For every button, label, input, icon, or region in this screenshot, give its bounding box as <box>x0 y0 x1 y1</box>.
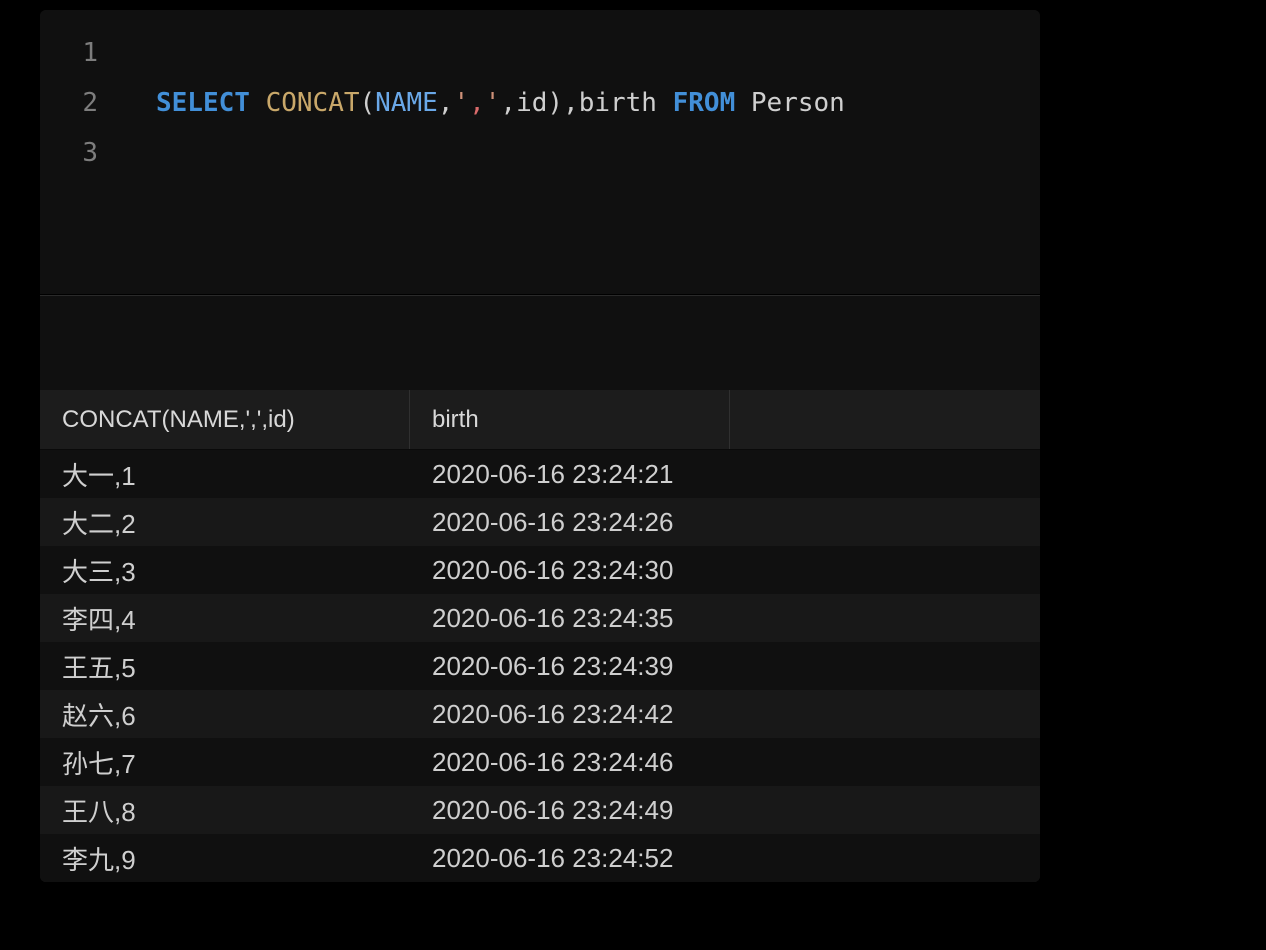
arg-name: NAME <box>375 88 438 118</box>
cell-concat[interactable]: 赵六,6 <box>40 696 410 733</box>
cell-birth[interactable]: 2020-06-16 23:24:35 <box>410 603 1040 634</box>
code-line[interactable] <box>156 128 845 178</box>
cell-concat[interactable]: 大三,3 <box>40 552 410 589</box>
column-header-concat[interactable]: CONCAT(NAME,',',id) <box>40 390 410 449</box>
arg-id: id <box>516 88 547 118</box>
paren-open: ( <box>360 88 376 118</box>
cell-birth[interactable]: 2020-06-16 23:24:30 <box>410 555 1040 586</box>
code-area[interactable]: SELECT CONCAT(NAME,',',id),birth FROM Pe… <box>120 10 845 294</box>
cell-birth[interactable]: 2020-06-16 23:24:26 <box>410 507 1040 538</box>
cell-birth[interactable]: 2020-06-16 23:24:46 <box>410 747 1040 778</box>
sql-editor[interactable]: 1 2 3 SELECT CONCAT(NAME,',',id),birth F… <box>40 10 1040 295</box>
paren-close: ) <box>547 88 563 118</box>
function-concat: CONCAT <box>266 88 360 118</box>
cell-concat[interactable]: 孙七,7 <box>40 744 410 781</box>
comma: , <box>438 88 454 118</box>
cell-concat[interactable]: 李九,9 <box>40 840 410 877</box>
line-number: 2 <box>40 78 120 128</box>
cell-concat[interactable]: 大一,1 <box>40 456 410 493</box>
cell-birth[interactable]: 2020-06-16 23:24:39 <box>410 651 1040 682</box>
table-row[interactable]: 王八,82020-06-16 23:24:49 <box>40 786 1040 834</box>
code-line[interactable] <box>156 28 845 78</box>
column-header-birth[interactable]: birth <box>410 390 730 449</box>
line-number: 1 <box>40 28 120 78</box>
cell-birth[interactable]: 2020-06-16 23:24:42 <box>410 699 1040 730</box>
table-row[interactable]: 大二,22020-06-16 23:24:26 <box>40 498 1040 546</box>
cell-birth[interactable]: 2020-06-16 23:24:49 <box>410 795 1040 826</box>
table-row[interactable]: 赵六,62020-06-16 23:24:42 <box>40 690 1040 738</box>
table-row[interactable]: 李四,42020-06-16 23:24:35 <box>40 594 1040 642</box>
comma: , <box>563 88 579 118</box>
cell-concat[interactable]: 王五,5 <box>40 648 410 685</box>
line-number-gutter: 1 2 3 <box>40 10 120 294</box>
table-row[interactable]: 孙七,72020-06-16 23:24:46 <box>40 738 1040 786</box>
column-birth: birth <box>579 88 657 118</box>
keyword-select: SELECT <box>156 88 250 118</box>
keyword-from: FROM <box>673 88 736 118</box>
comma: , <box>500 88 516 118</box>
table-person: Person <box>751 88 845 118</box>
string-quote: ' <box>453 88 469 118</box>
table-row[interactable]: 大三,32020-06-16 23:24:30 <box>40 546 1040 594</box>
sql-client-window: 1 2 3 SELECT CONCAT(NAME,',',id),birth F… <box>40 10 1040 882</box>
results-header-row: CONCAT(NAME,',',id) birth <box>40 390 1040 450</box>
panel-divider[interactable] <box>40 295 1040 390</box>
cell-birth[interactable]: 2020-06-16 23:24:52 <box>410 843 1040 874</box>
line-number: 3 <box>40 128 120 178</box>
table-row[interactable]: 王五,52020-06-16 23:24:39 <box>40 642 1040 690</box>
table-row[interactable]: 大一,12020-06-16 23:24:21 <box>40 450 1040 498</box>
cell-concat[interactable]: 王八,8 <box>40 792 410 829</box>
results-panel: CONCAT(NAME,',',id) birth 大一,12020-06-16… <box>40 390 1040 882</box>
string-body: , <box>469 88 485 118</box>
code-line[interactable]: SELECT CONCAT(NAME,',',id),birth FROM Pe… <box>156 78 845 128</box>
cell-concat[interactable]: 大二,2 <box>40 504 410 541</box>
string-quote: ' <box>485 88 501 118</box>
cell-birth[interactable]: 2020-06-16 23:24:21 <box>410 459 1040 490</box>
results-body: 大一,12020-06-16 23:24:21大二,22020-06-16 23… <box>40 450 1040 882</box>
cell-concat[interactable]: 李四,4 <box>40 600 410 637</box>
table-row[interactable]: 李九,92020-06-16 23:24:52 <box>40 834 1040 882</box>
